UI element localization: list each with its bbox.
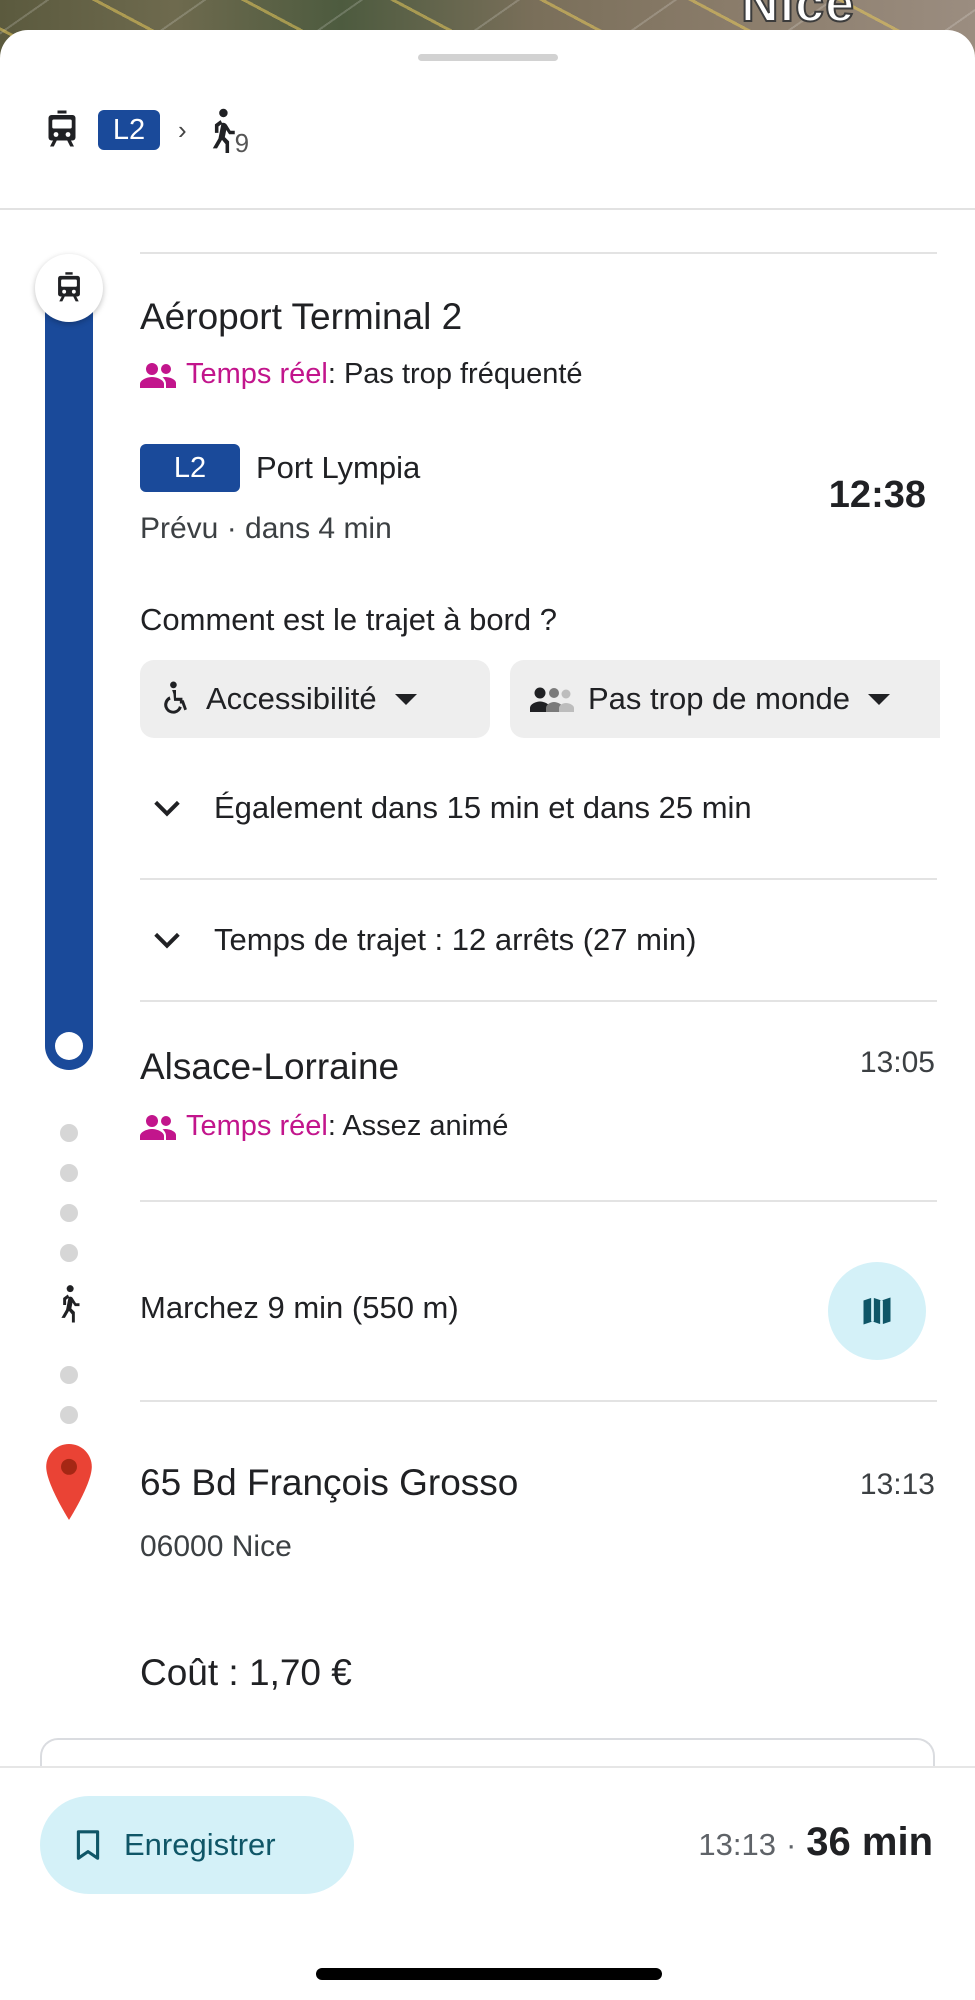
bottom-action-bar: Enregistrer 13:13 · 36 min (0, 1766, 975, 2000)
path-dot (60, 1124, 78, 1142)
realtime-label: Temps réel (186, 358, 328, 390)
path-dot (60, 1366, 78, 1384)
walk-instructions[interactable]: Marchez 9 min (550 m) (140, 1290, 459, 1326)
trip-stops-label: Temps de trajet : 12 arrêts (27 min) (214, 922, 697, 957)
people-icon (140, 1114, 176, 1140)
tram-line-bar (45, 280, 93, 1070)
more-departures-label: Également dans 15 min et dans 25 min (214, 790, 752, 825)
map-city-label: Nice (740, 0, 855, 34)
accessibility-dropdown[interactable]: Accessibilité (140, 660, 490, 738)
summary-divider (0, 208, 975, 210)
caret-down-icon (867, 693, 890, 705)
divider (140, 1200, 937, 1202)
accessibility-label: Accessibilité (206, 681, 377, 716)
trip-arrival-summary: 13:13 · 36 min (698, 1820, 933, 1865)
arrival-stop-name[interactable]: Alsace-Lorraine (140, 1046, 399, 1088)
destination-address[interactable]: 65 Bd François Grosso (140, 1462, 518, 1504)
arrival-stop-node (55, 1032, 83, 1060)
route-summary: L2 › 9 (44, 100, 249, 160)
arrival-time: 13:13 (698, 1827, 776, 1862)
line-badge: L2 (98, 110, 160, 150)
destination-city: 06000 Nice (140, 1530, 292, 1563)
realtime-status: : Assez animé (327, 1110, 509, 1142)
trip-duration: 36 min (806, 1820, 933, 1864)
crowd-icon (530, 687, 574, 712)
separator-dot: · (785, 1827, 797, 1862)
departure-time: 12:38 (828, 474, 926, 516)
crowd-label: Pas trop de monde (588, 681, 850, 716)
trip-stops-toggle[interactable]: Temps de trajet : 12 arrêts (27 min) (150, 922, 696, 958)
accessible-icon (164, 681, 187, 714)
chevron-down-icon (154, 932, 180, 949)
people-icon (140, 362, 176, 388)
schedule-status: Prévu · dans 4 min (140, 512, 392, 545)
line-badge: L2 (140, 444, 240, 492)
tram-icon (58, 272, 80, 302)
walk-icon (212, 108, 235, 153)
realtime-status: : Pas trop fréquenté (327, 358, 583, 390)
realtime-label: Temps réel (186, 1110, 328, 1142)
path-dot (60, 1204, 78, 1222)
walking-map-button[interactable] (828, 1262, 926, 1360)
walk-minutes: 9 (234, 127, 250, 158)
path-dot (60, 1244, 78, 1262)
fare-cost: Coût : 1,70 € (140, 1652, 352, 1693)
path-dot (60, 1164, 78, 1182)
tram-icon (48, 110, 76, 147)
divider (140, 252, 937, 254)
walk-icon (61, 1285, 80, 1323)
tram-stop-node (35, 254, 103, 322)
divider (140, 1400, 937, 1402)
crowd-dropdown[interactable]: Pas trop de monde (510, 660, 940, 738)
chevron-right-icon: › (178, 114, 187, 145)
divider (140, 1000, 937, 1002)
chevron-down-icon (154, 800, 180, 817)
destination-time: 13:13 (859, 1468, 935, 1501)
drag-handle[interactable] (418, 54, 558, 61)
caret-down-icon (394, 693, 417, 705)
home-indicator[interactable] (316, 1968, 662, 1980)
realtime-crowd: Temps réel : Assez animé (140, 1110, 508, 1143)
direction-label: Port Lympia (256, 450, 421, 485)
bookmark-icon (76, 1830, 100, 1860)
onboard-question: Comment est le trajet à bord ? (140, 602, 557, 637)
destination-pin-icon (46, 1444, 92, 1520)
realtime-crowd: Temps réel : Pas trop fréquenté (140, 358, 583, 391)
path-dot (60, 1406, 78, 1424)
more-departures-toggle[interactable]: Également dans 15 min et dans 25 min (150, 790, 752, 826)
departure-stop-name[interactable]: Aéroport Terminal 2 (140, 296, 462, 338)
divider (140, 878, 937, 880)
save-button[interactable]: Enregistrer (40, 1796, 354, 1894)
map-icon (863, 1297, 891, 1325)
save-label: Enregistrer (124, 1827, 276, 1862)
arrival-stop-time: 13:05 (859, 1046, 935, 1079)
